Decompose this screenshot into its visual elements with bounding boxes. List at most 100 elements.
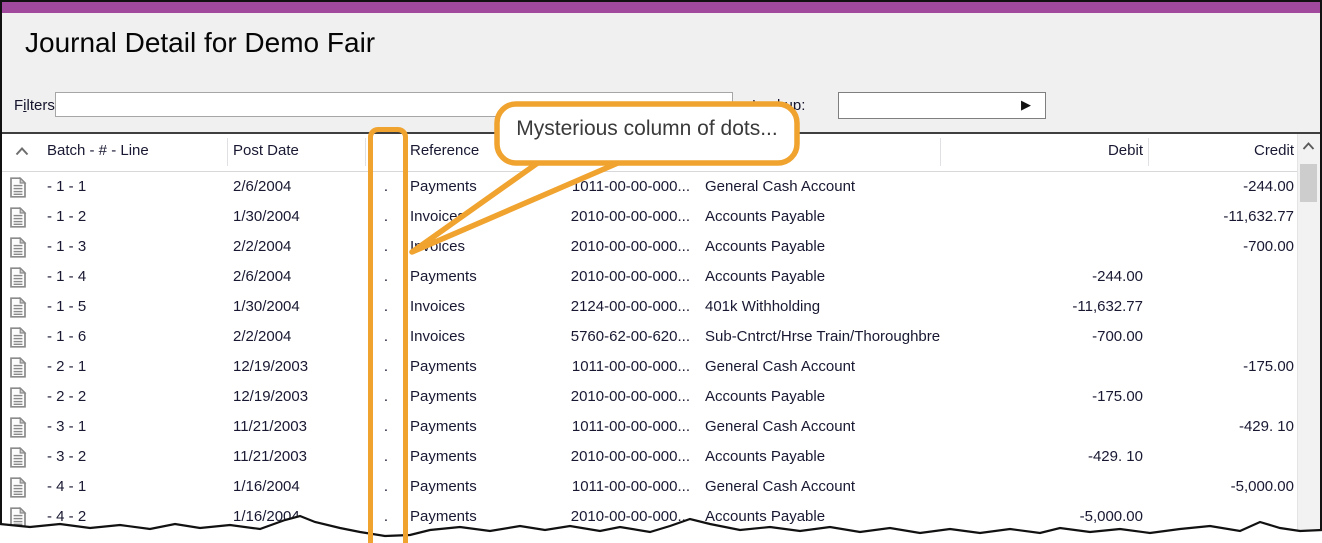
- cell-post_date: 1/16/2004: [233, 478, 300, 495]
- cell-dot: .: [383, 298, 389, 315]
- cell-account: 1011-00-00-000...: [571, 358, 690, 375]
- cell-credit: [1148, 322, 1297, 352]
- cell-description: General Cash Account: [705, 358, 856, 375]
- header-reference[interactable]: Reference: [407, 134, 542, 171]
- header-debit[interactable]: Debit: [940, 134, 1148, 171]
- cell-dot: .: [383, 388, 389, 405]
- dropdown-arrow-icon[interactable]: ▶: [1021, 97, 1031, 113]
- window-border: [0, 0, 1322, 2]
- table-row[interactable]: - 1 - 5 1/30/2004. Invoices 2124-00-00-000.…: [2, 292, 1297, 322]
- cell-description: Accounts Payable: [705, 508, 826, 525]
- cell-account: 2010-00-00-000...: [570, 208, 690, 225]
- cell-credit: -11,632.77: [1223, 208, 1294, 225]
- document-icon-glyph: [10, 476, 27, 498]
- header-separator: [407, 138, 408, 166]
- cell-debit: [940, 172, 1148, 202]
- header-post-date[interactable]: Post Date: [227, 134, 365, 171]
- window-accent-bar: [2, 2, 1320, 13]
- table-row[interactable]: - 4 - 1 1/16/2004. Payments 1011-00-00-000.…: [2, 472, 1297, 502]
- document-icon-glyph: [10, 296, 27, 318]
- cell-description: General Cash Account: [705, 418, 856, 435]
- header-sort-column[interactable]: [2, 134, 38, 171]
- cell-description: 401k Withholding: [705, 298, 821, 315]
- cell-batch: - 3 - 1: [47, 418, 87, 435]
- cell-account: 2010-00-00-000...: [570, 238, 690, 255]
- header-description[interactable]: Description: [694, 134, 940, 171]
- cell-post_date: 1/30/2004: [233, 298, 300, 315]
- table-row[interactable]: - 2 - 1 12/19/2003. Payments 1011-00-00-000…: [2, 352, 1297, 382]
- document-icon: [2, 202, 38, 232]
- cell-dot: .: [383, 208, 389, 225]
- cell-batch: - 4 - 1: [47, 478, 87, 495]
- document-icon-glyph: [10, 266, 27, 288]
- cell-batch: - 1 - 2: [47, 208, 87, 225]
- cell-reference: Invoices: [410, 208, 466, 225]
- header-separator: [227, 138, 228, 166]
- document-icon: [2, 412, 38, 442]
- cell-debit: -700.00: [1092, 328, 1143, 345]
- cell-post_date: 1/16/2004: [233, 508, 300, 525]
- document-icon: [2, 232, 38, 262]
- filters-label: Filters:: [14, 97, 60, 114]
- cell-account: 2124-00-00-000...: [570, 298, 690, 315]
- document-icon: [2, 502, 38, 532]
- cell-batch: - 4 - 2: [47, 508, 87, 525]
- header-separator: [940, 138, 941, 166]
- document-icon-glyph: [10, 236, 27, 258]
- table-row[interactable]: - 1 - 2 1/30/2004. Invoices 2010-00-00-000.…: [2, 202, 1297, 232]
- cell-credit: -244.00: [1243, 178, 1294, 195]
- cell-post_date: 2/2/2004: [233, 328, 292, 345]
- filters-input[interactable]: [55, 92, 733, 117]
- header-dots[interactable]: [365, 134, 407, 171]
- table-row[interactable]: - 1 - 6 2/2/2004. Invoices 5760-62-00-620..…: [2, 322, 1297, 352]
- cell-reference: Invoices: [410, 238, 466, 255]
- cell-reference: Payments: [410, 358, 477, 375]
- cell-account: 2010-00-00-000...: [570, 268, 690, 285]
- cell-debit: [940, 202, 1148, 232]
- document-icon-glyph: [10, 206, 27, 228]
- table-row[interactable]: - 1 - 1 2/6/2004. Payments 1011-00-00-000..…: [2, 172, 1297, 202]
- header-account[interactable]: [542, 134, 694, 171]
- cell-description: General Cash Account: [705, 178, 856, 195]
- header-batch[interactable]: Batch - # - Line: [38, 134, 227, 171]
- vertical-scrollbar[interactable]: [1297, 134, 1320, 543]
- cell-dot: .: [383, 358, 389, 375]
- header-separator: [1148, 138, 1149, 166]
- document-icon: [2, 322, 38, 352]
- cell-debit: [940, 352, 1148, 382]
- document-icon-glyph: [10, 356, 27, 378]
- cell-description: Sub-Cntrct/Hrse Train/Thoroughbred...: [705, 328, 940, 345]
- cell-account: 2010-00-00-000...: [570, 448, 690, 465]
- table-row[interactable]: - 1 - 3 2/2/2004. Invoices 2010-00-00-000..…: [2, 232, 1297, 262]
- cell-credit: [1148, 262, 1297, 292]
- grid-top-border: [2, 132, 1320, 134]
- header-credit[interactable]: Credit: [1148, 134, 1297, 171]
- cell-post_date: 11/21/2003: [233, 418, 307, 435]
- cell-reference: Invoices: [410, 298, 466, 315]
- scrollbar-thumb[interactable]: [1300, 164, 1317, 202]
- table-row[interactable]: - 3 - 2 11/21/2003. Payments 2010-00-00-000…: [2, 442, 1297, 472]
- cell-reference: Invoices: [410, 328, 466, 345]
- cell-reference: Payments: [410, 388, 477, 405]
- lookup-combobox[interactable]: ▶: [838, 92, 1046, 119]
- scroll-up-icon[interactable]: [1302, 142, 1315, 151]
- page-title: Journal Detail for Demo Fair: [25, 27, 376, 58]
- document-icon: [2, 472, 38, 502]
- table-row[interactable]: - 1 - 4 2/6/2004. Payments 2010-00-00-000..…: [2, 262, 1297, 292]
- cell-credit: [1148, 442, 1297, 472]
- cell-post_date: 12/19/2003: [233, 388, 309, 405]
- table-row[interactable]: - 2 - 2 12/19/2003. Payments 2010-00-00-000…: [2, 382, 1297, 412]
- cell-account: 5760-62-00-620...: [570, 328, 690, 345]
- cell-description: Accounts Payable: [705, 268, 826, 285]
- cell-description: Accounts Payable: [705, 448, 826, 465]
- cell-batch: - 1 - 3: [47, 238, 87, 255]
- cell-reference: Payments: [410, 448, 477, 465]
- cell-credit: [1148, 382, 1297, 412]
- cell-credit: -429. 10: [1238, 418, 1294, 435]
- cell-batch: - 3 - 2: [47, 448, 87, 465]
- cell-account: 1011-00-00-000...: [571, 418, 690, 435]
- table-row[interactable]: - 4 - 2 1/16/2004. Payments 2010-00-00-000.…: [2, 502, 1297, 532]
- table-row[interactable]: - 3 - 1 11/21/2003. Payments 1011-00-00-000…: [2, 412, 1297, 442]
- document-icon: [2, 352, 38, 382]
- document-icon: [2, 172, 38, 202]
